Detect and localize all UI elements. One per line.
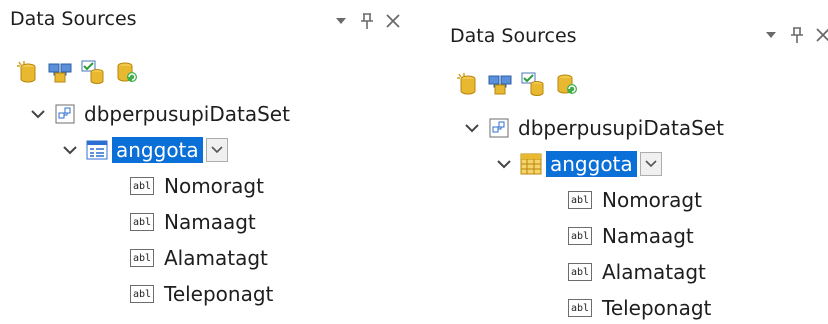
pin-icon[interactable]	[356, 10, 378, 32]
panel-title: Data Sources	[10, 8, 137, 30]
configure-dataset-icon[interactable]	[80, 58, 108, 86]
textbox-field-icon: abl	[130, 213, 154, 231]
dataset-icon	[54, 103, 76, 125]
panel-title: Data Sources	[450, 25, 577, 47]
chevron-down-icon[interactable]	[462, 118, 482, 138]
textbox-field-icon: abl	[568, 191, 592, 209]
data-sources-panel-right: Data Sources dbperpusupiDataSet anggota …	[440, 0, 828, 320]
textbox-field-icon: abl	[130, 177, 154, 195]
tree-node-dataset[interactable]: dbperpusupiDataSet	[462, 112, 724, 144]
add-data-source-icon[interactable]	[14, 58, 42, 86]
tree-field[interactable]: abl Namaagt	[130, 206, 256, 238]
field-label: Nomoragt	[164, 174, 264, 198]
tree-field[interactable]: abl Nomoragt	[130, 170, 264, 202]
tree-field[interactable]: abl Alamatagt	[568, 256, 706, 288]
datagridview-icon	[520, 153, 542, 175]
table-label[interactable]: anggota	[112, 137, 203, 163]
tree-field[interactable]: abl Alamatagt	[130, 242, 268, 274]
field-label: Alamatagt	[602, 260, 706, 284]
details-view-icon	[86, 139, 108, 161]
table-view-dropdown[interactable]	[205, 138, 228, 162]
tree-field[interactable]: abl Teleponagt	[568, 292, 711, 324]
panel-titlebar: Data Sources	[0, 0, 412, 40]
close-icon[interactable]	[382, 10, 404, 32]
panel-titlebar: Data Sources	[440, 0, 828, 47]
textbox-field-icon: abl	[130, 249, 154, 267]
field-label: Teleponagt	[164, 282, 274, 306]
textbox-field-icon: abl	[568, 227, 592, 245]
dataset-label: dbperpusupiDataSet	[518, 116, 724, 140]
field-label: Alamatagt	[164, 246, 268, 270]
close-icon[interactable]	[812, 24, 828, 46]
panel-toolbar	[454, 70, 586, 98]
add-data-source-icon[interactable]	[454, 70, 482, 98]
chevron-down-icon[interactable]	[494, 154, 514, 174]
tree-field[interactable]: abl Teleponagt	[130, 278, 273, 310]
pin-icon[interactable]	[786, 24, 808, 46]
refresh-icon[interactable]	[553, 70, 581, 98]
field-label: Namaagt	[164, 210, 256, 234]
tree-field[interactable]: abl Namaagt	[568, 220, 694, 252]
triangle-down-icon[interactable]	[760, 24, 782, 46]
chevron-down-icon[interactable]	[60, 140, 80, 160]
field-label: Teleponagt	[602, 296, 712, 320]
tree-node-dataset[interactable]: dbperpusupiDataSet	[28, 98, 290, 130]
dataset-icon	[488, 117, 510, 139]
textbox-field-icon: abl	[130, 285, 154, 303]
configure-dataset-icon[interactable]	[520, 70, 548, 98]
edit-dataset-designer-icon[interactable]	[487, 70, 515, 98]
field-label: Nomoragt	[602, 188, 702, 212]
textbox-field-icon: abl	[568, 299, 592, 317]
titlebar-controls	[326, 10, 404, 32]
titlebar-controls	[756, 24, 828, 46]
refresh-icon[interactable]	[113, 58, 141, 86]
table-view-dropdown[interactable]	[639, 152, 662, 176]
tree-field[interactable]: abl Nomoragt	[568, 184, 702, 216]
chevron-down-icon[interactable]	[28, 104, 48, 124]
field-label: Namaagt	[602, 224, 694, 248]
edit-dataset-designer-icon[interactable]	[47, 58, 75, 86]
data-sources-panel-left: Data Sources dbperpusupiDataSet anggota …	[0, 0, 412, 320]
panel-toolbar	[14, 58, 146, 86]
triangle-down-icon[interactable]	[330, 10, 352, 32]
tree-node-table[interactable]: anggota	[60, 134, 228, 166]
textbox-field-icon: abl	[568, 263, 592, 281]
dataset-label: dbperpusupiDataSet	[84, 102, 290, 126]
tree-node-table[interactable]: anggota	[494, 148, 662, 180]
table-label[interactable]: anggota	[546, 151, 637, 177]
